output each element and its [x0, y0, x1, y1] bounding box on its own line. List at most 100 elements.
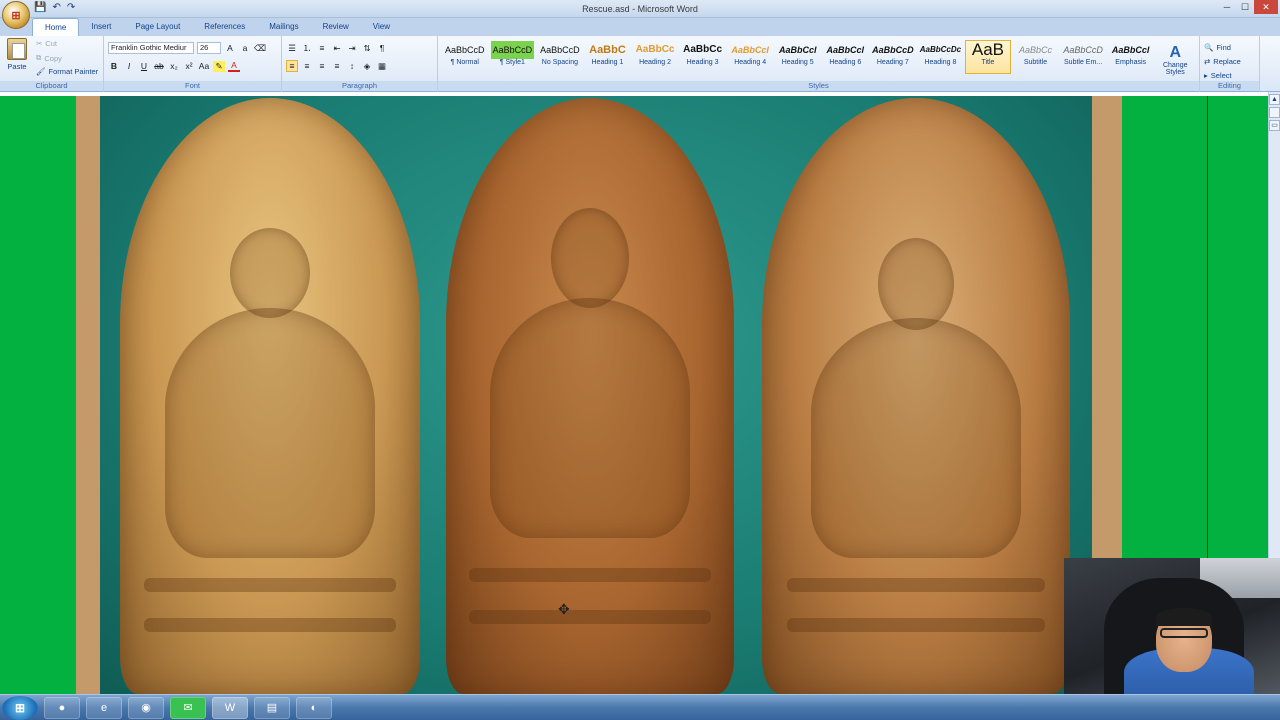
format-painter-button[interactable]: 🖌 Format Painter — [36, 67, 98, 76]
tab-insert[interactable]: Insert — [79, 18, 123, 36]
style-heading-6[interactable]: AaBbCcl Heading 6 — [823, 40, 869, 74]
sort-icon[interactable]: ⇅ — [361, 43, 373, 54]
align-right-icon[interactable]: ≡ — [316, 61, 328, 71]
replace-button[interactable]: ⇄ Replace — [1204, 54, 1255, 68]
style-heading-8[interactable]: AaBbCcDc Heading 8 — [918, 40, 964, 74]
app-icon[interactable]: ◐ — [296, 696, 332, 719]
close-button[interactable]: ✕ — [1254, 0, 1278, 14]
styles-group: AaBbCcD ¶ Normal AaBbCcD ¶ Style1 AaBbCcD N… — [438, 36, 1200, 92]
style-sample: AaBbCcD — [540, 45, 580, 55]
style-sample: AaBbCcl — [731, 45, 769, 55]
font-size-select[interactable]: 26 — [197, 42, 221, 54]
replace-icon: ⇄ — [1204, 56, 1211, 66]
style-sample: AaBbCcD — [872, 45, 914, 55]
line-spacing-icon[interactable]: ↕ — [346, 61, 358, 71]
strikethrough-icon[interactable]: ab — [153, 61, 165, 71]
cut-button[interactable]: ✂ Cut — [36, 39, 57, 48]
scroll-thumb[interactable] — [1269, 107, 1280, 118]
minimize-button[interactable]: ─ — [1218, 0, 1236, 14]
binoculars-icon: 🔍 — [1204, 42, 1214, 52]
line-icon[interactable]: ✉ — [170, 696, 206, 719]
style-title[interactable]: AaB Title — [965, 40, 1011, 74]
italic-icon[interactable]: I — [123, 61, 135, 71]
shading-icon[interactable]: ◈ — [361, 61, 373, 72]
scroll-up-icon[interactable]: ▲ — [1269, 94, 1280, 105]
style-normal[interactable]: AaBbCcD ¶ Normal — [442, 40, 488, 74]
ruler-toggle-icon[interactable]: ▭ — [1269, 120, 1280, 131]
amulet-photo[interactable] — [100, 96, 1092, 694]
bold-icon[interactable]: B — [108, 61, 120, 71]
highlight-icon[interactable]: ✎ — [213, 60, 225, 72]
style-sample: AaBbCc — [1019, 45, 1053, 55]
font-family-select[interactable]: Franklin Gothic Mediur — [108, 42, 194, 54]
save-icon[interactable]: 💾 — [34, 2, 46, 13]
amulet-right — [762, 98, 1070, 694]
style-heading-4[interactable]: AaBbCcl Heading 4 — [727, 40, 773, 74]
style-name: Heading 3 — [686, 59, 719, 66]
ribbon-tabs: Home Insert Page Layout References Maili… — [0, 18, 1280, 36]
superscript-icon[interactable]: x² — [183, 61, 195, 71]
style-heading-3[interactable]: AaBbCc Heading 3 — [680, 40, 726, 74]
style-heading-2[interactable]: AaBbCc Heading 2 — [632, 40, 678, 74]
justify-icon[interactable]: ≡ — [331, 61, 343, 71]
redo-icon[interactable]: ↷ — [67, 2, 75, 13]
style-no-spacing[interactable]: AaBbCcD No Spacing — [537, 40, 583, 74]
chrome-icon[interactable]: ◉ — [128, 696, 164, 719]
style-style1[interactable]: AaBbCcD ¶ Style1 — [490, 40, 536, 74]
borders-icon[interactable]: ▦ — [376, 61, 388, 72]
word-icon[interactable]: W — [212, 696, 248, 719]
replace-label: Replace — [1213, 56, 1241, 66]
change-styles-icon: A — [1169, 44, 1182, 61]
style-sample: AaBbCcDc — [919, 45, 962, 54]
amulet-base — [786, 618, 1046, 632]
align-center-icon[interactable]: ≡ — [301, 61, 313, 71]
style-sample: AaBbCcD — [490, 41, 535, 59]
subscript-icon[interactable]: x₂ — [168, 61, 180, 71]
style-name: Heading 6 — [829, 59, 862, 66]
increase-indent-icon[interactable]: ⇥ — [346, 43, 358, 54]
office-button[interactable]: ⊞ — [2, 1, 30, 29]
style-sample: AaBbCc — [683, 44, 723, 55]
bullets-icon[interactable]: ☰ — [286, 43, 298, 54]
style-subtitle[interactable]: AaBbCc Subtitle — [1013, 40, 1059, 74]
find-button[interactable]: 🔍 Find — [1204, 40, 1255, 54]
firefox-icon[interactable]: ● — [44, 696, 80, 719]
amulet-base — [144, 618, 396, 632]
decrease-indent-icon[interactable]: ⇤ — [331, 43, 343, 54]
style-heading-1[interactable]: AaBbC Heading 1 — [585, 40, 631, 74]
multilevel-icon[interactable]: ≡ — [316, 43, 328, 53]
style-name: Emphasis — [1115, 59, 1147, 66]
tab-references[interactable]: References — [192, 18, 257, 36]
change-case-icon[interactable]: Aa — [198, 61, 210, 71]
numbering-icon[interactable]: ⒈ — [301, 42, 313, 54]
margin-line — [1207, 96, 1208, 566]
notepad-icon[interactable]: ▤ — [254, 696, 290, 719]
tab-view[interactable]: View — [361, 18, 402, 36]
window-controls: ─ ☐ ✕ — [1218, 0, 1278, 14]
buddha-head — [551, 208, 629, 308]
style-heading-5[interactable]: AaBbCcl Heading 5 — [775, 40, 821, 74]
undo-icon[interactable]: ↶ — [52, 2, 60, 13]
grow-font-icon[interactable]: A — [224, 43, 236, 53]
paste-button[interactable]: Paste — [4, 38, 30, 71]
style-heading-7[interactable]: AaBbCcD Heading 7 — [870, 40, 916, 74]
underline-icon[interactable]: U — [138, 61, 150, 71]
clear-format-icon[interactable]: ⌫ — [254, 43, 266, 54]
maximize-button[interactable]: ☐ — [1236, 0, 1254, 14]
style-sample: AaBbCcD — [1063, 45, 1103, 55]
align-left-icon[interactable]: ≡ — [286, 60, 298, 72]
ie-icon[interactable]: e — [86, 696, 122, 719]
shrink-font-icon[interactable]: a — [239, 43, 251, 53]
tab-home[interactable]: Home — [32, 18, 80, 36]
style-emphasis[interactable]: AaBbCcl Emphasis — [1108, 40, 1154, 74]
start-button[interactable]: ⊞ — [2, 695, 38, 720]
tab-review[interactable]: Review — [311, 18, 361, 36]
select-button[interactable]: ▸ Select — [1204, 68, 1255, 82]
tab-page-layout[interactable]: Page Layout — [123, 18, 192, 36]
style-name: Heading 8 — [924, 59, 957, 66]
tab-mailings[interactable]: Mailings — [257, 18, 310, 36]
font-color-icon[interactable]: A — [228, 60, 240, 72]
show-marks-icon[interactable]: ¶ — [376, 43, 388, 53]
style-subtle-emphasis[interactable]: AaBbCcD Subtle Em... — [1060, 40, 1106, 74]
copy-button[interactable]: ⧉ Copy — [36, 53, 62, 63]
